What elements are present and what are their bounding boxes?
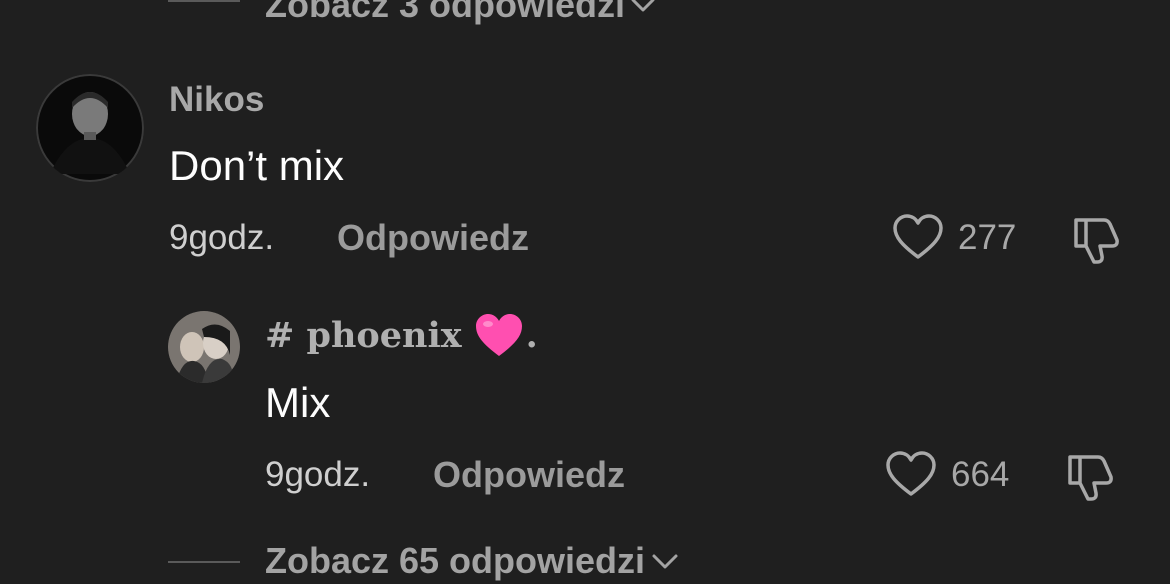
comment-username[interactable]: Nikos (169, 80, 264, 120)
heart-outline-icon (885, 450, 937, 500)
thumbs-down-icon (1064, 449, 1120, 503)
reply-timestamp: 9godz. (265, 455, 371, 494)
reply-text: Mix (265, 379, 331, 426)
heart-outline-icon (892, 213, 944, 263)
replies-divider-bottom (168, 561, 240, 563)
reply-username: # phoenix (265, 314, 462, 356)
pink-heart-emoji (474, 312, 524, 358)
view-replies-bottom[interactable]: Zobacz 65 odpowiedzi (265, 540, 679, 582)
chevron-down-icon (631, 0, 655, 13)
reply-like-count: 664 (951, 455, 1010, 494)
like-count: 277 (958, 218, 1017, 257)
reply-username-suffix: . (525, 314, 538, 356)
reply-username-row[interactable]: # phoenix . (265, 312, 538, 358)
comment-timestamp: 9godz. (169, 218, 275, 257)
comment-text: Don’t mix (169, 142, 345, 189)
reply-like-button[interactable]: 664 (885, 450, 1020, 500)
view-replies-top[interactable]: Zobacz 3 odpowiedzi (265, 0, 655, 26)
chevron-down-icon (651, 552, 679, 570)
view-replies-label: Zobacz 65 odpowiedzi (265, 540, 646, 581)
reply-reply-button[interactable]: Odpowiedz (433, 454, 625, 496)
like-button[interactable]: 277 (892, 213, 1022, 263)
reply-button[interactable]: Odpowiedz (337, 217, 529, 259)
view-replies-label: Zobacz 3 odpowiedzi (265, 0, 626, 25)
thumbs-down-icon (1070, 212, 1126, 266)
dislike-button[interactable] (1070, 212, 1126, 266)
avatar[interactable] (36, 74, 144, 182)
reply-dislike-button[interactable] (1064, 449, 1120, 503)
reply-avatar[interactable] (168, 311, 240, 383)
replies-divider-top (168, 0, 240, 2)
